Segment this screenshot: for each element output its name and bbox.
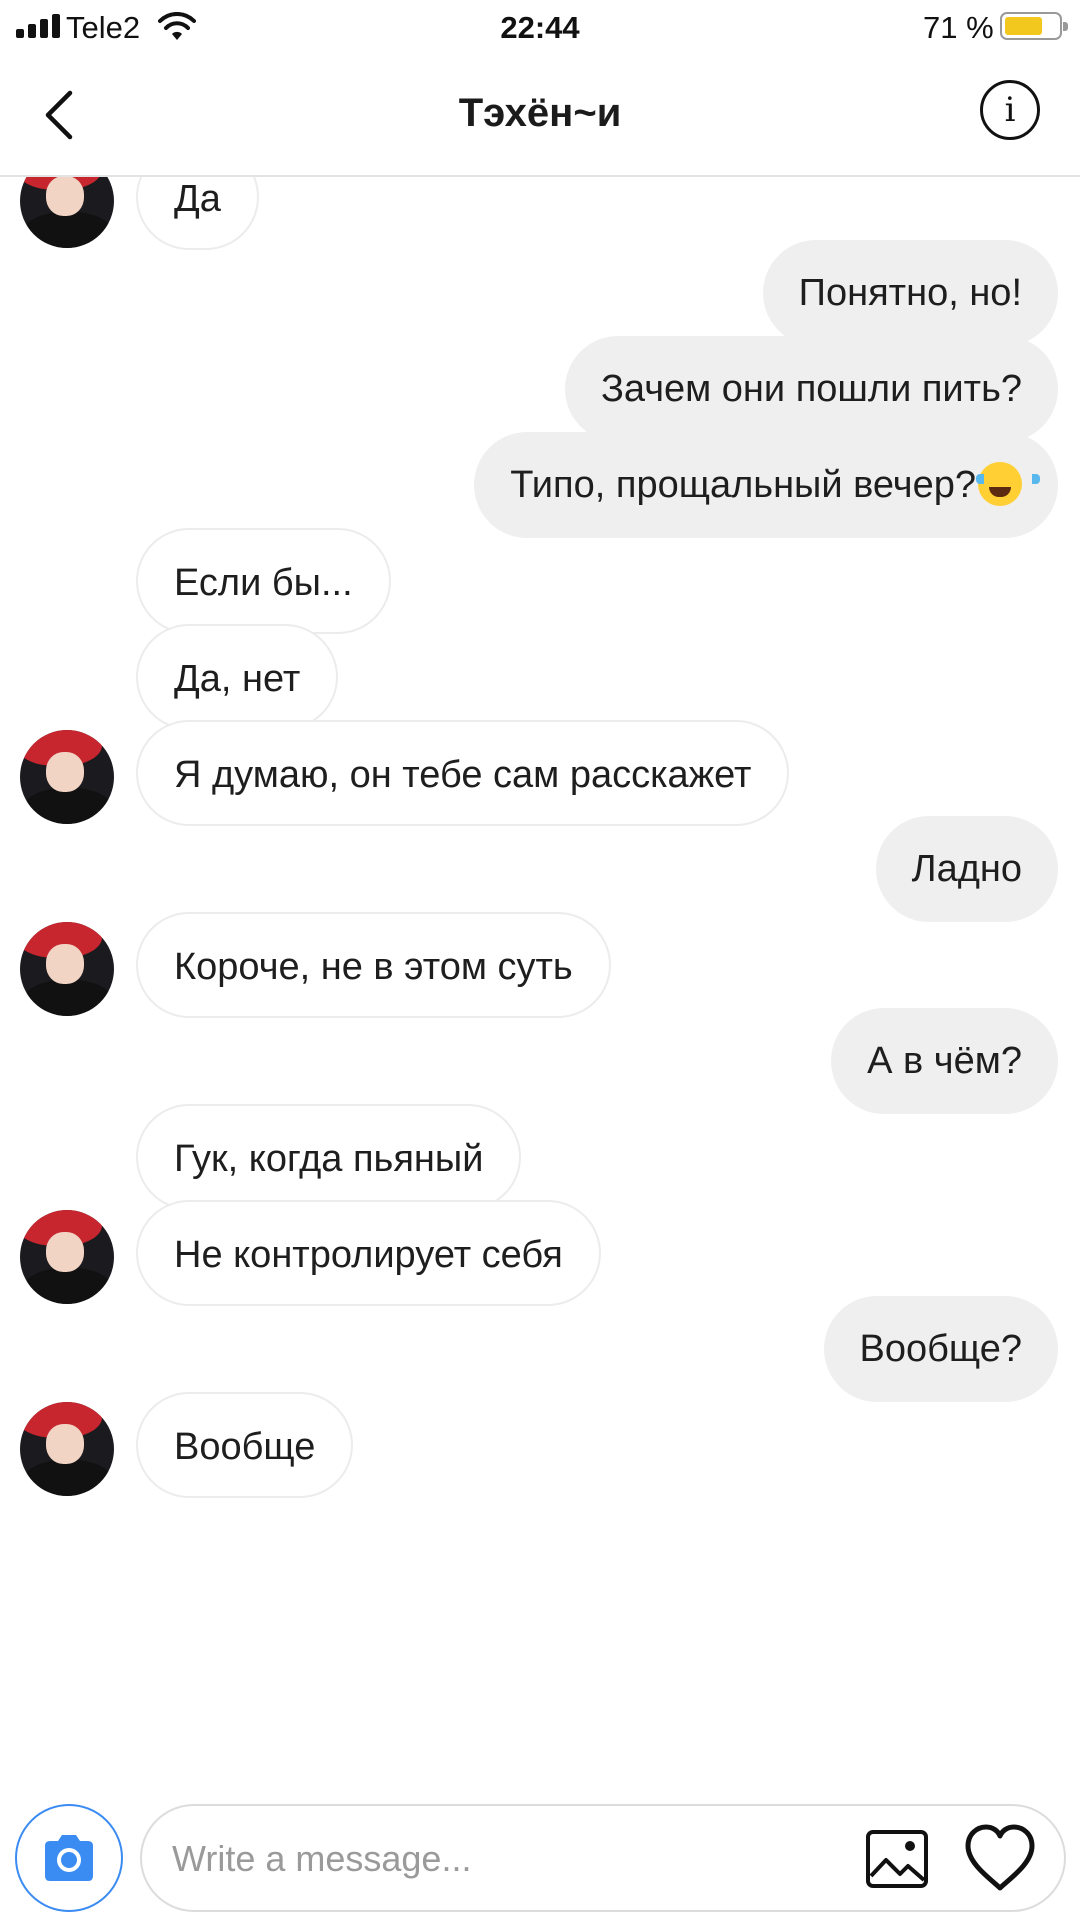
avatar[interactable] [20,922,114,1016]
message-text: Понятно, но! [798,272,1022,314]
status-bar: Tele2 22:44 71 % [0,0,1080,55]
outgoing-message-bubble[interactable]: Понятно, но! [762,240,1058,346]
message-text: Короче, не в этом суть [174,946,573,988]
outgoing-message-bubble[interactable]: А в чём? [831,1008,1058,1114]
message-text: Да, нет [174,658,301,700]
message-row-out: Типо, прощальный вечер? [0,432,1080,538]
message-text: Вообще? [859,1328,1022,1370]
message-text: Вообще [174,1426,316,1468]
avatar-face [46,1232,84,1272]
incoming-message-bubble[interactable]: Гук, когда пьяный [136,1104,522,1210]
image-icon[interactable] [864,1826,930,1892]
incoming-message-bubble[interactable]: Да, нет [136,624,339,730]
camera-button[interactable] [15,1804,123,1912]
avatar[interactable] [20,730,114,824]
message-text: Гук, когда пьяный [174,1138,484,1180]
outgoing-message-bubble[interactable]: Вообще? [823,1296,1058,1402]
message-row-in: Короче, не в этом суть [0,912,1080,1018]
incoming-message-bubble[interactable]: Если бы... [136,528,391,634]
message-text: Не контролирует себя [174,1234,563,1276]
avatar-coat [22,1460,114,1496]
avatar[interactable] [20,1210,114,1304]
message-row-in: Я думаю, он тебе сам расскажет [0,720,1080,826]
message-row-out: Понятно, но! [0,240,1080,346]
battery-fill [1005,17,1042,35]
chat-screen: Tele2 22:44 71 % Тэхён~и i Да Понятно, но… [0,0,1080,1920]
status-time: 22:44 [500,10,580,45]
avatar[interactable] [20,177,114,248]
incoming-message-bubble[interactable]: Я думаю, он тебе сам расскажет [136,720,790,826]
message-row-out: Ладно [0,816,1080,922]
laughing-tears-emoji [976,462,1040,506]
message-row-out: Вообще? [0,1296,1080,1402]
camera-icon [45,1835,93,1881]
incoming-message-bubble[interactable]: Вообще [136,1392,354,1498]
incoming-message-bubble[interactable]: Короче, не в этом суть [136,912,611,1018]
outgoing-message-bubble[interactable]: Типо, прощальный вечер? [474,432,1058,538]
message-composer [0,1783,1080,1920]
message-text: Типо, прощальный вечер? [510,464,976,506]
battery-icon [1000,12,1068,40]
message-row-in: Вообще [0,1392,1080,1498]
avatar-face [46,944,84,984]
outgoing-message-bubble[interactable]: Зачем они пошли пить? [564,336,1058,442]
message-row-in: Да, нет [0,624,1080,730]
message-row-out: А в чём? [0,1008,1080,1114]
message-row-out: Зачем они пошли пить? [0,336,1080,442]
message-text: А в чём? [867,1040,1022,1082]
info-icon[interactable]: i [980,80,1040,140]
avatar-face [46,752,84,792]
avatar[interactable] [20,1402,114,1496]
incoming-message-bubble[interactable]: Не контролирует себя [136,1200,601,1306]
message-input[interactable] [172,1830,852,1888]
avatar-face [46,177,84,216]
avatar-face [46,1424,84,1464]
message-text: Да [174,178,221,220]
message-text: Зачем они пошли пить? [600,368,1022,410]
chat-title: Тэхён~и [458,91,622,135]
battery-tip [1063,22,1068,31]
message-text: Ладно [911,848,1022,890]
message-row-in: Гук, когда пьяный [0,1104,1080,1210]
outgoing-message-bubble[interactable]: Ладно [875,816,1058,922]
battery-percent: 71 % [923,10,994,45]
message-text: Если бы... [174,562,353,604]
heart-icon[interactable] [962,1822,1038,1894]
message-list[interactable]: Да Понятно, но! Зачем они пошли пить? Типо,… [0,177,1080,1783]
message-input-wrapper [140,1804,1066,1912]
message-row-in: Не контролирует себя [0,1200,1080,1306]
message-text: Я думаю, он тебе сам расскажет [174,754,752,796]
chat-header: Тэхён~и i [0,55,1080,177]
message-row-in: Если бы... [0,528,1080,634]
